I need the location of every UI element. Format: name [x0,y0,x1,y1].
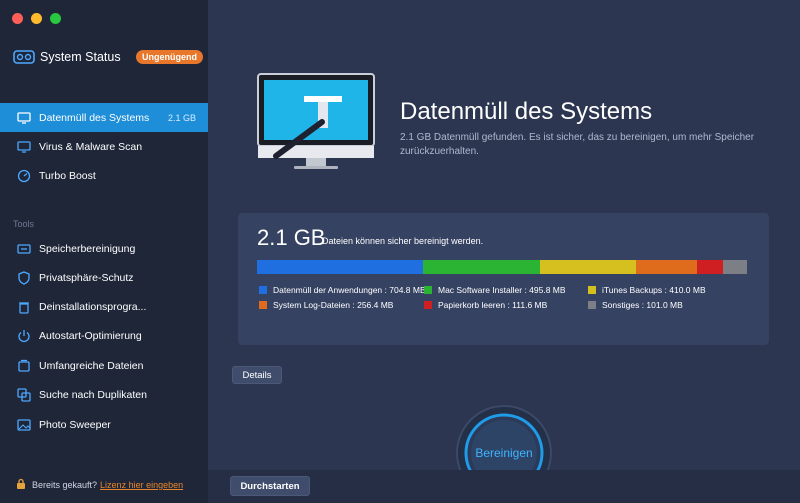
legend-swatch [424,286,432,294]
window-controls [12,13,61,24]
sidebar-item-label: Umfangreiche Dateien [39,359,144,372]
junk-total-caption: Dateien können sicher bereinigt werden. [322,236,484,246]
junk-summary-panel: 2.1 GB Dateien können sicher bereinigt w… [238,213,769,345]
sidebar-item-photo-sweeper[interactable]: Photo Sweeper [0,410,208,439]
power-icon [16,328,32,344]
legend-swatch [259,286,267,294]
files-icon [16,358,32,374]
sidebar-item-duplicates[interactable]: Suche nach Duplikaten [0,380,208,409]
duplicate-folder-icon [16,387,32,403]
page-title: Datenmüll des Systems [400,98,653,125]
photo-icon [16,417,32,433]
sidebar-item-label: Suche nach Duplikaten [39,388,147,401]
tools-section-label: Tools [13,219,35,229]
sidebar-item-label: Virus & Malware Scan [39,140,143,153]
legend-item: Sonstiges : 101.0 MB [588,300,683,310]
sidebar-item-label: Deinstallationsprogra... [39,300,147,313]
legend-swatch [588,301,596,309]
shield-icon [16,270,32,286]
sidebar-item-uninstaller[interactable]: Deinstallationsprogra... [0,292,208,321]
sidebar-item-label: Turbo Boost [39,169,96,182]
legend-label: Sonstiges : 101.0 MB [602,300,683,310]
legend-item: Papierkorb leeren : 111.6 MB [424,300,547,310]
minimize-window-button[interactable] [31,13,42,24]
breakdown-segment [539,260,637,274]
legend-item: iTunes Backups : 410.0 MB [588,285,706,295]
system-status-title: System Status [40,50,121,64]
legend-item: Datenmüll der Anwendungen : 704.8 MB [259,285,426,295]
legend-label: Papierkorb leeren : 111.6 MB [438,300,548,310]
monitor-shield-icon [16,139,32,155]
breakdown-segment [423,260,540,274]
system-status-header[interactable]: System Status Ungenügend [13,48,203,66]
legend-label: Datenmüll der Anwendungen : 704.8 MB [273,285,426,295]
details-button[interactable]: Details [232,366,282,384]
monitor-icon [16,110,32,126]
main-content: Datenmüll des Systems 2.1 GB Datenmüll g… [208,0,800,503]
status-badge: Ungenügend [136,50,203,64]
sidebar-item-privacy[interactable]: Privatsphäre-Schutz [0,263,208,292]
system-status-icon [13,50,35,64]
sidebar-item-turbo-boost[interactable]: Turbo Boost [0,161,208,190]
license-info: Bereits gekauft? Lizenz hier eingeben [16,478,183,492]
junk-size-label: 2.1 GB [167,112,196,123]
breakdown-segment [636,260,697,274]
sidebar-item-memory-cleanup[interactable]: Speicherbereinigung [0,234,208,263]
sidebar-item-system-junk[interactable]: Datenmüll des Systems 2.1 GB [0,103,208,132]
license-text: Bereits gekauft? [32,480,98,490]
legend-label: iTunes Backups : 410.0 MB [602,285,706,295]
sidebar-item-virus-scan[interactable]: Virus & Malware Scan [0,132,208,161]
legend-swatch [259,301,267,309]
sidebar: System Status Ungenügend Datenmüll des S… [0,0,208,503]
sidebar-item-large-files[interactable]: Umfangreiche Dateien [0,351,208,380]
memory-icon [16,241,32,257]
breakdown-segment [723,260,747,274]
sidebar-item-label: Photo Sweeper [39,418,111,431]
sidebar-item-label: Datenmüll des Systems [39,111,150,124]
start-button[interactable]: Durchstarten [230,476,310,496]
sidebar-item-startup[interactable]: Autostart-Optimierung [0,321,208,350]
zoom-window-button[interactable] [50,13,61,24]
legend-label: Mac Software Installer : 495.8 MB [438,285,566,295]
imac-broom-illustration-icon [257,73,375,169]
legend-label: System Log-Dateien : 256.4 MB [273,300,394,310]
trash-icon [16,299,32,315]
close-window-button[interactable] [12,13,23,24]
legend-item: Mac Software Installer : 495.8 MB [424,285,566,295]
legend-item: System Log-Dateien : 256.4 MB [259,300,393,310]
junk-total-size: 2.1 GB [257,225,326,250]
breakdown-segment [257,260,424,274]
page-subtitle: 2.1 GB Datenmüll gefunden. Es ist sicher… [400,132,755,157]
sidebar-item-label: Privatsphäre-Schutz [39,271,134,284]
legend-swatch [588,286,596,294]
sidebar-item-label: Speicherbereinigung [39,242,136,255]
speedometer-icon [16,168,32,184]
lock-icon [16,478,26,492]
legend-swatch [424,301,432,309]
clean-button-label: Bereinigen [475,446,532,460]
license-link[interactable]: Lizenz hier eingeben [100,480,183,490]
junk-breakdown-bar [257,260,747,274]
sidebar-item-label: Autostart-Optimierung [39,329,142,342]
breakdown-segment [696,260,724,274]
